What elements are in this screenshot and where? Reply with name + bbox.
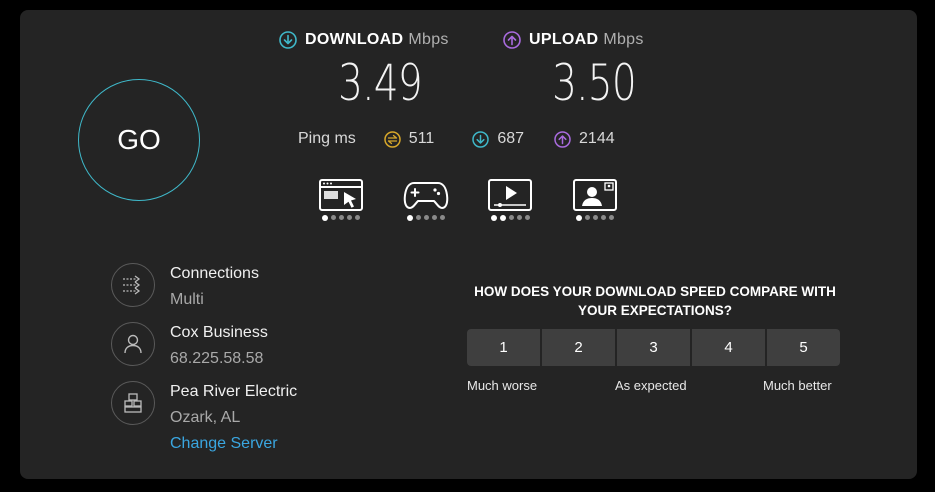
ping-idle-value: 511 bbox=[408, 130, 435, 147]
ping-row: Ping ms 511 687 2144 bbox=[298, 130, 615, 148]
quality-dot-empty bbox=[516, 215, 522, 220]
download-arrow-icon bbox=[472, 130, 490, 148]
quality-dot-empty bbox=[593, 215, 598, 220]
speedtest-panel: DOWNLOAD Mbps UPLOAD Mbps 3.49 3.50 GO P… bbox=[20, 10, 917, 479]
quality-tile-video-streaming[interactable] bbox=[486, 178, 534, 221]
survey-option-2[interactable]: 2 bbox=[542, 329, 615, 366]
video-streaming-icon bbox=[488, 179, 532, 211]
quality-dot-empty bbox=[424, 215, 429, 220]
connections-title: Connections bbox=[170, 265, 259, 282]
download-arrow-icon bbox=[279, 31, 297, 49]
quality-dot-empty bbox=[524, 215, 530, 220]
quality-dot-empty bbox=[347, 215, 352, 220]
connections-icon bbox=[111, 263, 155, 307]
video-chat-icon bbox=[573, 179, 617, 211]
user-icon bbox=[111, 322, 155, 366]
quality-dot-filled bbox=[490, 214, 497, 221]
download-header: DOWNLOAD Mbps bbox=[279, 31, 449, 49]
survey-high-label: Much better bbox=[763, 378, 832, 393]
quality-tile-video-chat[interactable] bbox=[571, 178, 619, 221]
quality-dot-empty bbox=[416, 215, 421, 220]
survey-option-1[interactable]: 1 bbox=[467, 329, 540, 366]
upload-unit: Mbps bbox=[603, 31, 644, 48]
survey-low-label: Much worse bbox=[467, 378, 538, 393]
upload-header: UPLOAD Mbps bbox=[503, 31, 644, 49]
upload-arrow-icon bbox=[503, 31, 521, 49]
survey-option-3[interactable]: 3 bbox=[617, 329, 690, 366]
quality-dot-empty bbox=[508, 215, 514, 220]
quality-dot-filled bbox=[576, 214, 582, 221]
server-name: Pea River Electric bbox=[170, 383, 298, 400]
survey-option-4[interactable]: 4 bbox=[692, 329, 765, 366]
server-location: Ozark, AL bbox=[170, 409, 241, 426]
survey-mid-label: As expected bbox=[615, 378, 687, 393]
quality-dot-empty bbox=[601, 215, 606, 220]
quality-dot-empty bbox=[432, 215, 437, 220]
ping-label: Ping ms bbox=[298, 130, 356, 147]
ping-icon bbox=[384, 130, 401, 148]
ping-download: 687 bbox=[472, 130, 524, 148]
upload-arrow-icon bbox=[554, 130, 571, 148]
survey-option-5[interactable]: 5 bbox=[767, 329, 840, 366]
quality-dots-gaming bbox=[402, 214, 450, 221]
quality-dot-empty bbox=[609, 215, 614, 220]
quality-dot-empty bbox=[331, 215, 336, 220]
provider-name: Cox Business bbox=[170, 324, 268, 341]
quality-dot-empty bbox=[339, 215, 344, 220]
ping-idle: 511 bbox=[384, 130, 435, 148]
change-server-link[interactable]: Change Server bbox=[170, 435, 278, 453]
quality-dots-web-browsing bbox=[317, 214, 365, 221]
quality-tile-gaming[interactable] bbox=[402, 178, 450, 221]
web-browsing-icon bbox=[319, 179, 363, 211]
download-value: 3.49 bbox=[338, 54, 422, 112]
survey-scale: 1 2 3 4 5 bbox=[467, 329, 840, 366]
quality-tile-web-browsing[interactable] bbox=[317, 178, 365, 221]
ping-download-value: 687 bbox=[497, 130, 525, 147]
download-unit: Mbps bbox=[408, 31, 449, 48]
download-label: DOWNLOAD bbox=[305, 31, 404, 48]
upload-value: 3.50 bbox=[552, 54, 636, 112]
ping-upload-value: 2144 bbox=[579, 130, 615, 147]
connections-value: Multi bbox=[170, 291, 204, 308]
quality-dots-video-chat bbox=[571, 214, 619, 221]
ping-upload: 2144 bbox=[554, 130, 615, 148]
gaming-icon bbox=[403, 182, 449, 209]
quality-dots-video-streaming bbox=[486, 214, 534, 221]
quality-dot-empty bbox=[355, 215, 360, 220]
quality-dot-filled bbox=[322, 214, 328, 221]
server-icon bbox=[111, 381, 155, 425]
provider-ip: 68.225.58.58 bbox=[170, 350, 264, 367]
survey-question: HOW DOES YOUR DOWNLOAD SPEED COMPARE WIT… bbox=[474, 284, 836, 318]
quality-dot-filled bbox=[407, 214, 413, 221]
quality-dot-filled bbox=[499, 214, 506, 221]
upload-label: UPLOAD bbox=[529, 31, 599, 48]
go-button[interactable]: GO bbox=[78, 79, 200, 201]
quality-dot-empty bbox=[585, 215, 590, 220]
quality-dot-empty bbox=[440, 215, 445, 220]
